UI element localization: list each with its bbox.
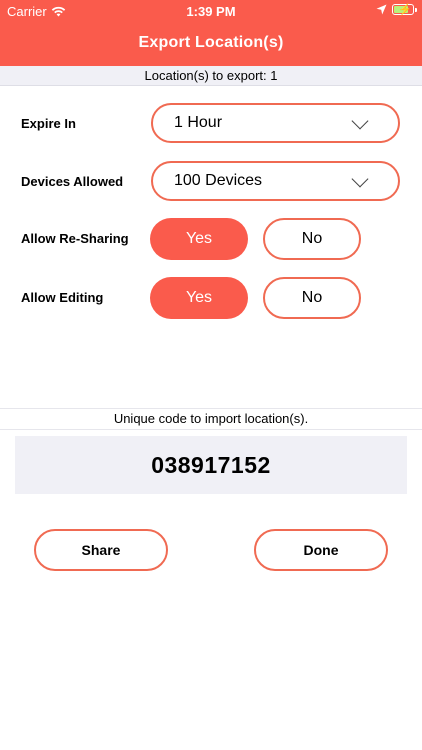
battery-charging-icon: ⚡: [392, 4, 417, 16]
chevron-down-icon: [351, 112, 369, 130]
expire-in-select[interactable]: 1 Hour: [151, 103, 400, 143]
expire-in-value: 1 Hour: [174, 114, 223, 131]
page-title: Export Location(s): [138, 34, 284, 51]
charging-bolt-icon: ⚡: [398, 4, 412, 16]
done-button[interactable]: Done: [254, 529, 388, 571]
expire-in-label: Expire In: [21, 116, 76, 131]
devices-allowed-label: Devices Allowed: [21, 174, 124, 189]
status-icons: ⚡: [376, 4, 417, 16]
export-count-bar: Location(s) to export: 1: [0, 66, 422, 86]
editing-yes-button[interactable]: Yes: [150, 277, 248, 319]
allow-resharing-label: Allow Re-Sharing: [21, 231, 129, 246]
navigation-header: Carrier 1:39 PM ⚡ Export Location(s): [0, 0, 422, 66]
import-code: 038917152: [15, 436, 407, 494]
status-time: 1:39 PM: [186, 4, 236, 19]
code-caption: Unique code to import location(s).: [0, 408, 422, 430]
resharing-no-button[interactable]: No: [263, 218, 361, 260]
share-button[interactable]: Share: [34, 529, 168, 571]
status-bar: Carrier 1:39 PM ⚡: [0, 0, 422, 22]
editing-no-button[interactable]: No: [263, 277, 361, 319]
devices-allowed-select[interactable]: 100 Devices: [151, 161, 400, 201]
resharing-yes-button[interactable]: Yes: [150, 218, 248, 260]
allow-editing-label: Allow Editing: [21, 290, 104, 305]
location-arrow-icon: [376, 4, 387, 15]
devices-allowed-value: 100 Devices: [174, 172, 263, 189]
chevron-down-icon: [351, 170, 369, 188]
